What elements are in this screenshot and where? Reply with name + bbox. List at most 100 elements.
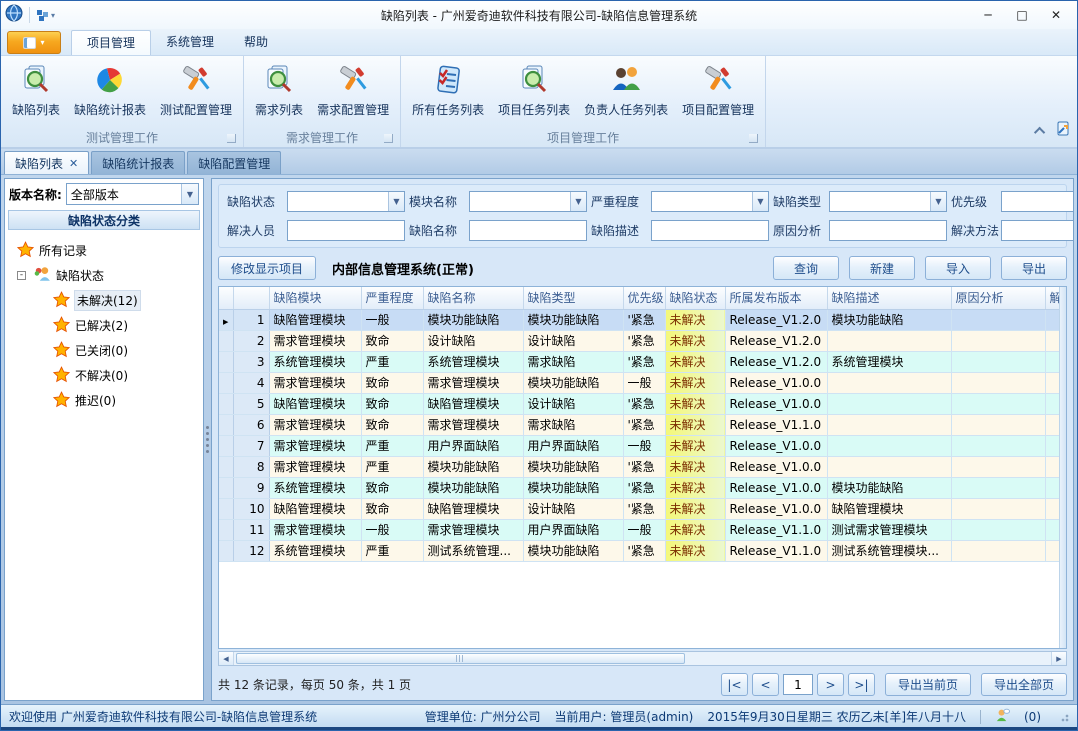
priority-select[interactable]: ▼ bbox=[1001, 191, 1074, 212]
defect-desc-input[interactable] bbox=[651, 220, 769, 241]
table-row[interactable]: 8 需求管理模块 严重 模块功能缺陷 模块功能缺陷 '紧急 未解决 Releas… bbox=[219, 456, 1066, 477]
tree-item-all-records[interactable]: 所有记录 bbox=[17, 238, 203, 263]
import-button[interactable]: 导入 bbox=[925, 256, 991, 280]
defect-report-button[interactable]: 缺陷统计报表 bbox=[69, 59, 151, 120]
export-current-page-button[interactable]: 导出当前页 bbox=[885, 673, 971, 696]
window-title: 缺陷列表 - 广州爱奇迪软件科技有限公司-缺陷信息管理系统 bbox=[1, 7, 1077, 24]
help-icon[interactable] bbox=[1055, 121, 1071, 141]
star-icon bbox=[53, 316, 70, 336]
tab-defect-config[interactable]: 缺陷配置管理 bbox=[187, 151, 281, 174]
page-number-input[interactable] bbox=[783, 674, 813, 695]
project-tasks-button[interactable]: 项目任务列表 bbox=[493, 59, 575, 120]
defect-list-button[interactable]: 缺陷列表 bbox=[7, 59, 65, 120]
table-row[interactable]: 12 系统管理模块 严重 测试系统管理... 模块功能缺陷 '紧急 未解决 Re… bbox=[219, 540, 1066, 561]
severity-select[interactable]: ▼ bbox=[651, 191, 769, 212]
status-badge: 未解决 bbox=[665, 519, 725, 540]
tree-item-wont-fix[interactable]: 不解决(0) bbox=[53, 363, 203, 388]
owner-tasks-button[interactable]: 负责人任务列表 bbox=[579, 59, 673, 120]
table-row[interactable]: 3 系统管理模块 严重 系统管理模块 需求缺陷 '紧急 未解决 Release_… bbox=[219, 351, 1066, 372]
col-header[interactable]: 缺陷描述 bbox=[827, 287, 951, 309]
tree-item-unresolved[interactable]: 未解决(12) bbox=[53, 288, 203, 313]
resolver-input[interactable] bbox=[287, 220, 405, 241]
status-badge: 未解决 bbox=[665, 498, 725, 519]
tree-item-closed[interactable]: 已关闭(0) bbox=[53, 338, 203, 363]
module-name-select[interactable]: ▼ bbox=[469, 191, 587, 212]
cause-analysis-input[interactable] bbox=[829, 220, 947, 241]
system-title: 内部信息管理系统(正常) bbox=[332, 259, 474, 278]
messages-user-icon[interactable] bbox=[995, 708, 1010, 725]
first-page-button[interactable]: |< bbox=[721, 673, 748, 696]
query-button[interactable]: 查询 bbox=[773, 256, 839, 280]
ribbon-tab-help[interactable]: 帮助 bbox=[229, 30, 283, 55]
app-menu-button[interactable]: ▾ bbox=[7, 31, 61, 54]
defect-name-input[interactable] bbox=[469, 220, 587, 241]
tree-item-resolved[interactable]: 已解决(2) bbox=[53, 313, 203, 338]
ribbon-tab-project[interactable]: 项目管理 bbox=[71, 30, 151, 55]
col-header[interactable]: 优先级 bbox=[623, 287, 665, 309]
manage-unit-text: 管理单位: 广州分公司 bbox=[425, 708, 541, 725]
col-header[interactable]: 原因分析 bbox=[951, 287, 1045, 309]
table-row[interactable]: 1 缺陷管理模块 一般 模块功能缺陷 模块功能缺陷 '紧急 未解决 Releas… bbox=[219, 309, 1066, 330]
export-button[interactable]: 导出 bbox=[1001, 256, 1067, 280]
ribbon-tab-system[interactable]: 系统管理 bbox=[151, 30, 229, 55]
collapse-ribbon-icon[interactable] bbox=[1034, 127, 1045, 138]
quick-access-toolbar-button[interactable]: ▾ bbox=[36, 9, 55, 22]
tab-defect-report[interactable]: 缺陷统计报表 bbox=[91, 151, 185, 174]
table-row[interactable]: 7 需求管理模块 严重 用户界面缺陷 用户界面缺陷 一般 未解决 Release… bbox=[219, 435, 1066, 456]
project-config-button[interactable]: 项目配置管理 bbox=[677, 59, 759, 120]
dialog-launcher-icon[interactable] bbox=[227, 134, 236, 143]
prev-page-button[interactable]: < bbox=[752, 673, 779, 696]
col-header[interactable]: 缺陷名称 bbox=[423, 287, 523, 309]
scroll-left-icon[interactable]: ◀ bbox=[219, 652, 234, 665]
resize-grip[interactable] bbox=[1059, 712, 1069, 722]
grid-toolbar: 修改显示项目 内部信息管理系统(正常) 查询 新建 导入 导出 bbox=[218, 256, 1067, 280]
horizontal-scrollbar[interactable]: ◀ ▶ bbox=[218, 651, 1067, 666]
ribbon-group-project: 所有任务列表 项目任务列表 负责人任务列表 bbox=[401, 56, 766, 147]
scrollbar-thumb[interactable] bbox=[236, 653, 685, 664]
tab-defect-list[interactable]: 缺陷列表 ✕ bbox=[4, 151, 89, 174]
col-header[interactable]: 所属发布版本 bbox=[725, 287, 827, 309]
minimize-button[interactable]: ─ bbox=[971, 4, 1005, 26]
vertical-scrollbar[interactable] bbox=[1059, 287, 1066, 648]
col-header[interactable]: 缺陷状态 bbox=[665, 287, 725, 309]
status-badge: 未解决 bbox=[665, 330, 725, 351]
test-config-button[interactable]: 测试配置管理 bbox=[155, 59, 237, 120]
export-all-pages-button[interactable]: 导出全部页 bbox=[981, 673, 1067, 696]
table-row[interactable]: 10 缺陷管理模块 致命 缺陷管理模块 设计缺陷 '紧急 未解决 Release… bbox=[219, 498, 1066, 519]
requirement-config-button[interactable]: 需求配置管理 bbox=[312, 59, 394, 120]
table-row[interactable]: 9 系统管理模块 致命 模块功能缺陷 模块功能缺陷 '紧急 未解决 Releas… bbox=[219, 477, 1066, 498]
collapse-node-icon[interactable]: - bbox=[17, 271, 26, 280]
dialog-launcher-icon[interactable] bbox=[749, 134, 758, 143]
table-row[interactable]: 11 需求管理模块 一般 需求管理模块 用户界面缺陷 一般 未解决 Releas… bbox=[219, 519, 1066, 540]
new-button[interactable]: 新建 bbox=[849, 256, 915, 280]
scroll-right-icon[interactable]: ▶ bbox=[1051, 652, 1066, 665]
defect-status-select[interactable]: ▼ bbox=[287, 191, 405, 212]
tree-item-postponed[interactable]: 推迟(0) bbox=[53, 388, 203, 413]
status-badge: 未解决 bbox=[665, 372, 725, 393]
defect-type-select[interactable]: ▼ bbox=[829, 191, 947, 212]
close-tab-icon[interactable]: ✕ bbox=[69, 157, 78, 170]
table-row[interactable]: 2 需求管理模块 致命 设计缺陷 设计缺陷 '紧急 未解决 Release_V1… bbox=[219, 330, 1066, 351]
next-page-button[interactable]: > bbox=[817, 673, 844, 696]
row-number: 7 bbox=[233, 435, 269, 456]
splitter-handle[interactable] bbox=[204, 178, 211, 701]
welcome-text: 欢迎使用 广州爱奇迪软件科技有限公司-缺陷信息管理系统 bbox=[9, 708, 317, 725]
modify-columns-button[interactable]: 修改显示项目 bbox=[218, 256, 316, 280]
col-header[interactable]: 缺陷类型 bbox=[523, 287, 623, 309]
table-row[interactable]: 6 需求管理模块 致命 需求管理模块 需求缺陷 '紧急 未解决 Release_… bbox=[219, 414, 1066, 435]
col-header[interactable]: 严重程度 bbox=[361, 287, 423, 309]
dialog-launcher-icon[interactable] bbox=[384, 134, 393, 143]
requirement-list-button[interactable]: 需求列表 bbox=[250, 59, 308, 120]
tree-item-defect-status[interactable]: - 缺陷状态 bbox=[17, 263, 203, 288]
maximize-button[interactable]: □ bbox=[1005, 4, 1039, 26]
close-button[interactable]: ✕ bbox=[1039, 4, 1073, 26]
row-indicator bbox=[219, 519, 233, 540]
col-header[interactable]: 缺陷模块 bbox=[269, 287, 361, 309]
table-row[interactable]: 4 需求管理模块 致命 需求管理模块 模块功能缺陷 一般 未解决 Release… bbox=[219, 372, 1066, 393]
last-page-button[interactable]: >| bbox=[848, 673, 875, 696]
solution-input[interactable] bbox=[1001, 220, 1074, 241]
table-row[interactable]: 5 缺陷管理模块 致命 缺陷管理模块 设计缺陷 '紧急 未解决 Release_… bbox=[219, 393, 1066, 414]
all-tasks-button[interactable]: 所有任务列表 bbox=[407, 59, 489, 120]
version-select[interactable]: 全部版本 ▼ bbox=[66, 183, 199, 205]
record-summary: 共 12 条记录，每页 50 条，共 1 页 bbox=[218, 676, 411, 693]
